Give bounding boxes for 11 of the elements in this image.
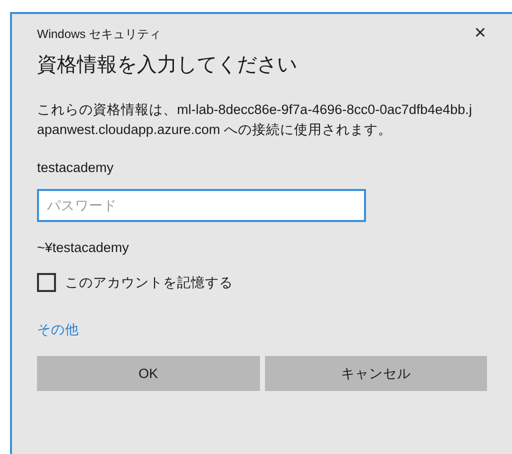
window-title: Windows セキュリティ	[37, 26, 162, 43]
dialog-heading: 資格情報を入力してください	[37, 53, 298, 78]
remember-checkbox[interactable]	[37, 273, 56, 292]
remember-label: このアカウントを記憶する	[65, 274, 233, 292]
domain-label: ~¥testacademy	[37, 240, 130, 255]
cancel-button[interactable]: キャンセル	[264, 356, 487, 391]
description-text: これらの資格情報は、ml-lab-8decc86e-9f7a-4696-8cc0-0ac7dfb4e4bb.japanwest.cloudapp.azure.com への接続に使用されます。	[37, 101, 473, 139]
username-label: testacademy	[37, 160, 115, 175]
ok-button[interactable]: OK	[37, 356, 260, 391]
password-field[interactable]: パスワード	[37, 189, 366, 222]
close-button[interactable]: ×	[472, 22, 488, 42]
